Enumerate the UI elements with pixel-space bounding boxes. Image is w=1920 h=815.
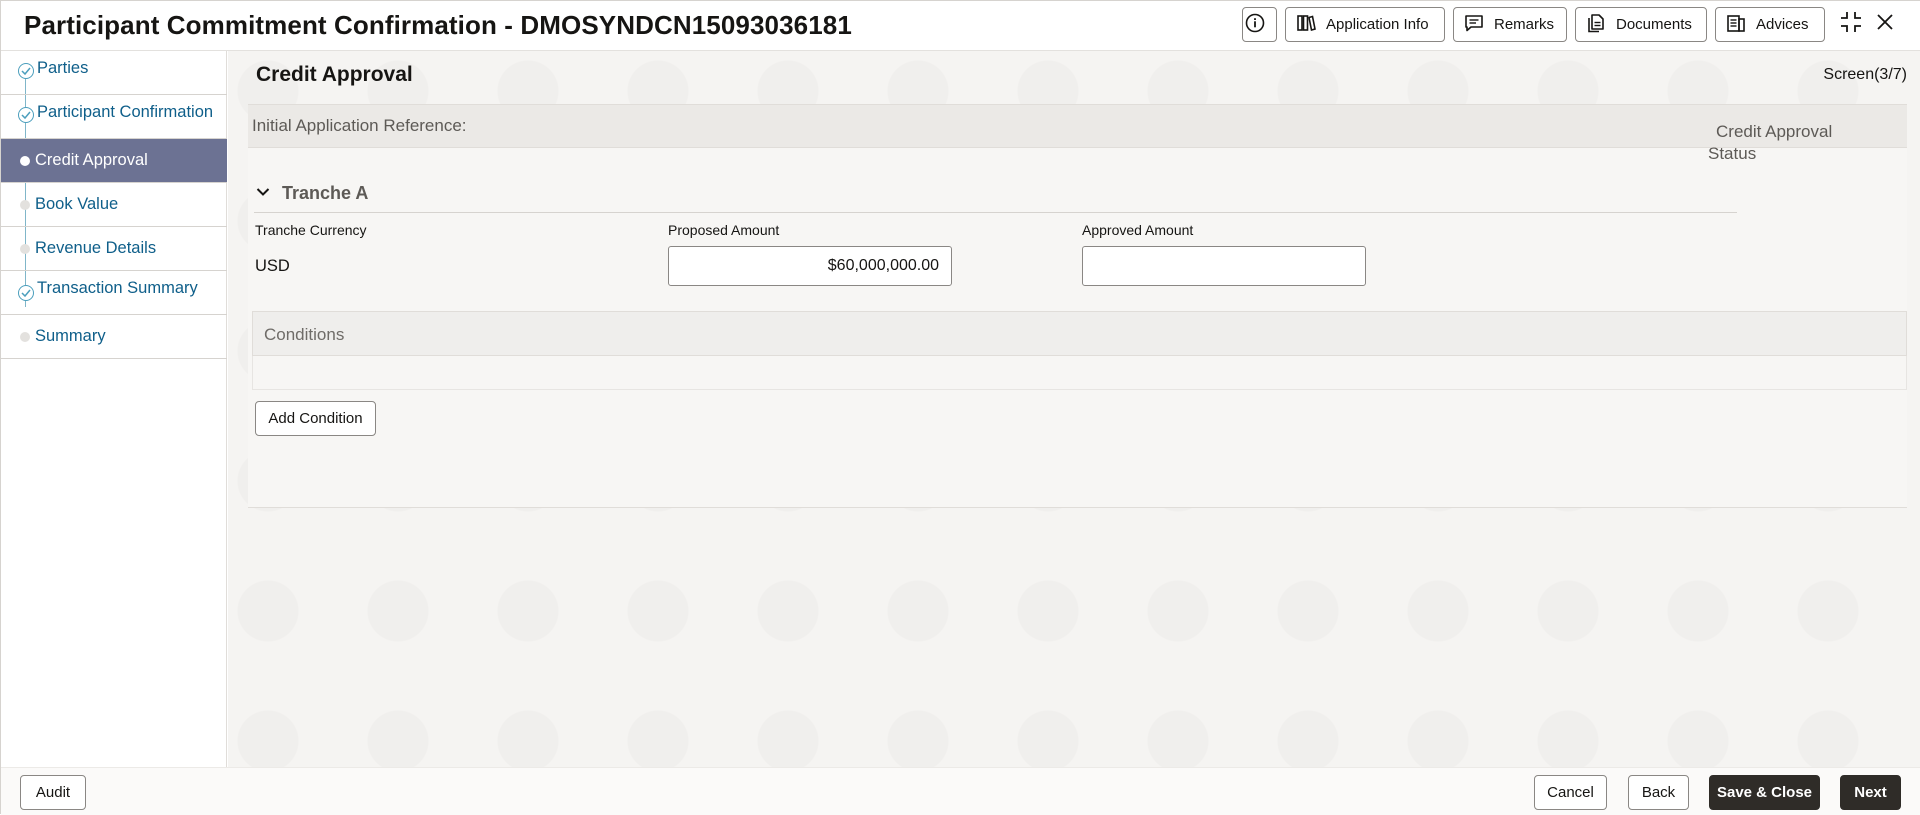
current-step-dot-icon	[20, 156, 30, 166]
info-button[interactable]	[1242, 7, 1277, 42]
approved-amount-input[interactable]	[1082, 246, 1366, 286]
screen-indicator: Screen(3/7)	[1823, 66, 1907, 83]
checkmark-circle-icon	[18, 107, 34, 123]
advices-label: Advices	[1756, 16, 1809, 33]
info-icon	[1245, 13, 1275, 37]
footer: Audit Cancel Back Save & Close Next	[1, 767, 1920, 815]
sidebar-item-transaction-summary[interactable]: Transaction Summary	[1, 271, 227, 315]
close-icon	[1876, 13, 1894, 36]
sidebar-item-label: Transaction Summary	[37, 279, 198, 297]
minimize-button[interactable]	[1838, 11, 1864, 37]
divider	[254, 212, 1737, 213]
sidebar-item-credit-approval[interactable]: Credit Approval	[1, 139, 227, 183]
conditions-label: Conditions	[264, 325, 345, 344]
application-info-label: Application Info	[1326, 16, 1429, 33]
sidebar-item-revenue-details[interactable]: Revenue Details	[1, 227, 227, 271]
section-title: Credit Approval	[256, 63, 413, 86]
remarks-label: Remarks	[1494, 16, 1555, 33]
close-button[interactable]	[1872, 11, 1898, 37]
add-condition-button[interactable]: Add Condition	[255, 401, 376, 436]
advice-document-icon	[1726, 13, 1756, 37]
sidebar-item-book-value[interactable]: Book Value	[1, 183, 227, 227]
main-content: Credit Approval Screen(3/7) Initial Appl…	[228, 51, 1920, 767]
reference-bar	[248, 104, 1907, 148]
header: Participant Commitment Confirmation - DM…	[1, 1, 1920, 51]
sidebar-item-label: Book Value	[35, 195, 119, 213]
books-icon	[1296, 13, 1326, 37]
tranche-a-toggle[interactable]: Tranche A	[256, 178, 368, 208]
conditions-table	[252, 356, 1907, 390]
credit-approval-status-label: Credit Approval Status	[1708, 122, 1833, 163]
pending-step-dot-icon	[20, 332, 30, 342]
checkmark-circle-icon	[18, 63, 34, 79]
sidebar-item-parties[interactable]: Parties	[1, 51, 227, 95]
remarks-button[interactable]: Remarks	[1453, 7, 1567, 42]
save-and-close-button[interactable]: Save & Close	[1709, 775, 1820, 810]
advices-button[interactable]: Advices	[1715, 7, 1825, 42]
tranche-currency-label: Tranche Currency	[255, 222, 367, 238]
documents-button[interactable]: Documents	[1575, 7, 1707, 42]
documents-icon	[1586, 13, 1616, 37]
sidebar-item-label: Credit Approval	[35, 151, 148, 169]
tranche-title: Tranche A	[282, 182, 369, 203]
next-button[interactable]: Next	[1840, 775, 1901, 810]
conditions-header	[252, 311, 1907, 356]
sidebar-item-label: Summary	[35, 327, 106, 345]
sidebar-item-label: Participant Confirmation	[37, 103, 214, 121]
sidebar-item-summary[interactable]: Summary	[1, 315, 227, 359]
pending-step-dot-icon	[20, 244, 30, 254]
documents-label: Documents	[1616, 16, 1692, 33]
train-stop-sidebar: Parties Participant Confirmation Credit …	[1, 51, 227, 767]
application-info-button[interactable]: Application Info	[1285, 7, 1445, 42]
initial-application-reference-label: Initial Application Reference:	[252, 116, 467, 135]
sidebar-item-label: Parties	[37, 59, 89, 77]
collapse-icon	[1839, 10, 1863, 39]
app-window: Participant Commitment Confirmation - DM…	[0, 0, 1920, 815]
page-title: Participant Commitment Confirmation - DM…	[24, 10, 852, 40]
proposed-amount-input[interactable]	[668, 246, 952, 286]
tranche-currency-value: USD	[255, 257, 290, 275]
cancel-button[interactable]: Cancel	[1534, 775, 1607, 810]
sidebar-item-label: Revenue Details	[35, 239, 157, 257]
comment-icon	[1464, 13, 1494, 37]
sidebar-item-participant-confirmation[interactable]: Participant Confirmation	[1, 95, 227, 139]
checkmark-circle-icon	[18, 285, 34, 301]
back-button[interactable]: Back	[1628, 775, 1689, 810]
pending-step-dot-icon	[20, 200, 30, 210]
chevron-down-icon	[256, 184, 270, 202]
proposed-amount-label: Proposed Amount	[668, 222, 780, 238]
audit-button[interactable]: Audit	[20, 775, 86, 810]
approved-amount-label: Approved Amount	[1082, 222, 1194, 238]
